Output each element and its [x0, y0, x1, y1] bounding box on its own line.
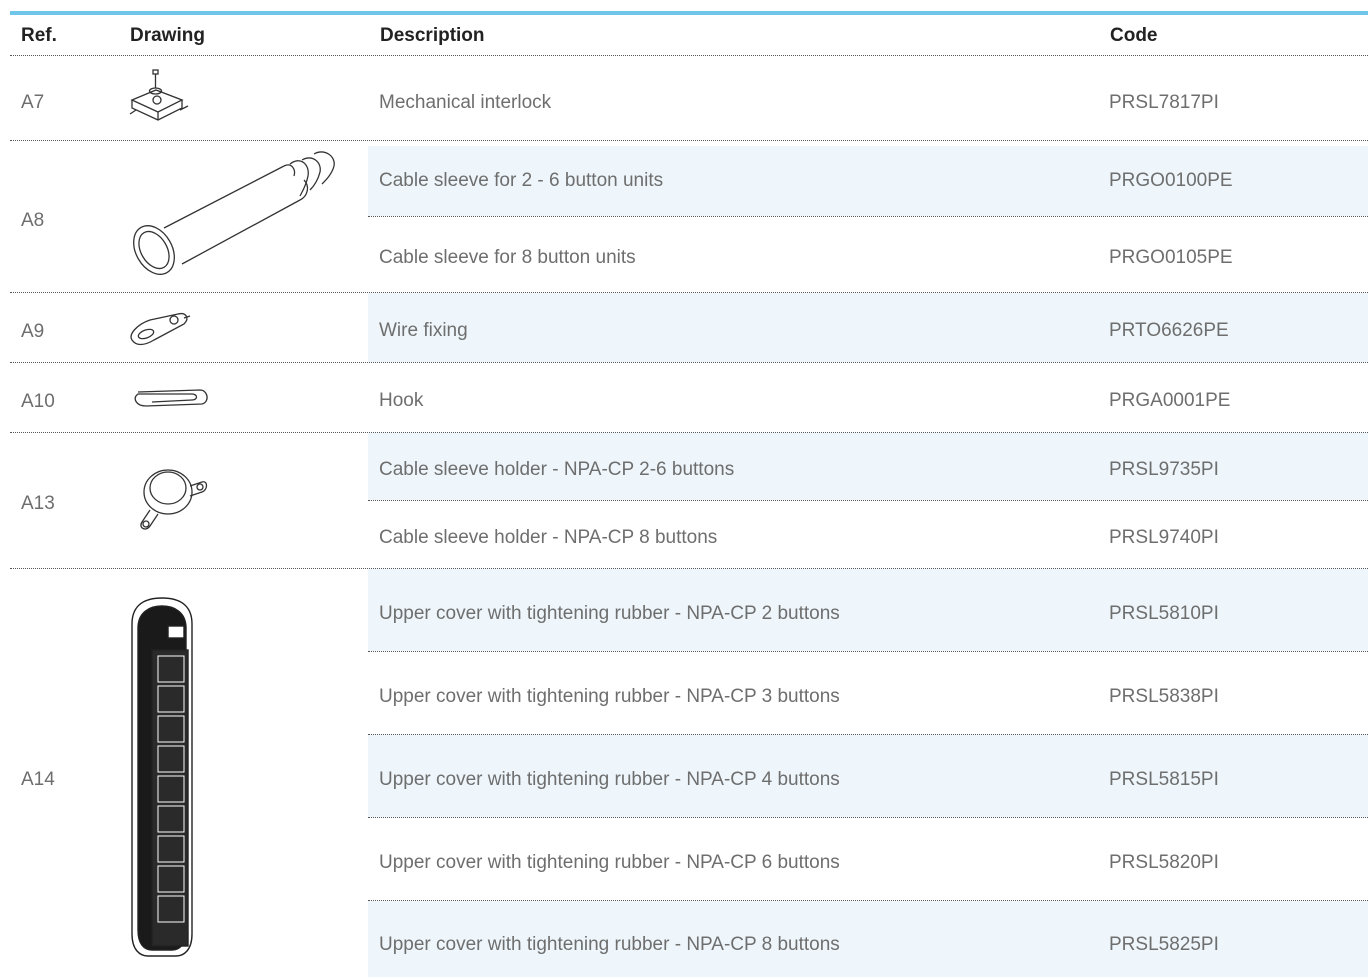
hook-drawing	[128, 386, 212, 410]
ref-cell: A7	[21, 92, 45, 113]
description-cell: Cable sleeve for 8 button units	[379, 247, 636, 268]
code-cell: PRSL5810PI	[1109, 603, 1219, 624]
table-row: Hook PRGA0001PE	[368, 363, 1368, 432]
table-row: Cable sleeve holder - NPA-CP 2-6 buttons…	[368, 433, 1368, 500]
upper-cover-drawing	[126, 594, 198, 960]
cable-sleeve-drawing	[124, 146, 340, 286]
description-cell: Cable sleeve for 2 - 6 button units	[379, 170, 664, 191]
ref-cell: A13	[21, 493, 55, 514]
table-header: Ref. Drawing Description Code	[10, 15, 1368, 56]
table-row: Cable sleeve for 2 - 6 button units PRGO…	[368, 146, 1368, 216]
code-cell: PRSL5838PI	[1109, 686, 1219, 707]
ref-cell: A14	[21, 769, 55, 790]
description-cell: Upper cover with tightening rubber - NPA…	[379, 686, 840, 707]
table-row: Upper cover with tightening rubber - NPA…	[368, 569, 1368, 651]
ref-cell: A9	[21, 321, 45, 342]
code-cell: PRSL9740PI	[1109, 527, 1219, 548]
header-ref: Ref.	[21, 25, 57, 46]
ref-cell: A10	[21, 391, 55, 412]
table-row: Upper cover with tightening rubber - NPA…	[368, 652, 1368, 734]
ref-cell: A8	[21, 210, 45, 231]
table-row: Cable sleeve for 8 button units PRGO0105…	[368, 217, 1368, 292]
code-cell: PRSL5820PI	[1109, 852, 1219, 873]
header-description: Description	[380, 25, 485, 46]
table-row: Cable sleeve holder - NPA-CP 8 buttons P…	[368, 501, 1368, 568]
row-divider	[10, 140, 1368, 141]
code-cell: PRGO0105PE	[1109, 247, 1233, 268]
table-row: Upper cover with tightening rubber - NPA…	[368, 735, 1368, 817]
description-cell: Upper cover with tightening rubber - NPA…	[379, 769, 840, 790]
description-cell: Mechanical interlock	[379, 92, 552, 113]
table-row: Mechanical interlock PRSL7817PI	[368, 66, 1368, 140]
description-cell: Upper cover with tightening rubber - NPA…	[379, 934, 840, 955]
code-cell: PRGO0100PE	[1109, 170, 1233, 191]
code-cell: PRSL5825PI	[1109, 934, 1219, 955]
mechanical-interlock-drawing	[126, 66, 196, 130]
table-row: Wire fixing PRTO6626PE	[368, 293, 1368, 362]
code-cell: PRTO6626PE	[1109, 320, 1229, 341]
description-cell: Hook	[379, 390, 424, 411]
wire-fixing-drawing	[128, 308, 194, 348]
code-cell: PRGA0001PE	[1109, 390, 1231, 411]
description-cell: Wire fixing	[379, 320, 468, 341]
description-cell: Cable sleeve holder - NPA-CP 2-6 buttons	[379, 459, 735, 480]
header-code: Code	[1110, 25, 1158, 46]
table-row: Upper cover with tightening rubber - NPA…	[368, 901, 1368, 977]
cable-sleeve-holder-drawing	[128, 458, 208, 534]
code-cell: PRSL9735PI	[1109, 459, 1219, 480]
code-cell: PRSL7817PI	[1109, 92, 1219, 113]
description-cell: Upper cover with tightening rubber - NPA…	[379, 852, 840, 873]
table-row: Upper cover with tightening rubber - NPA…	[368, 818, 1368, 900]
description-cell: Upper cover with tightening rubber - NPA…	[379, 603, 840, 624]
code-cell: PRSL5815PI	[1109, 769, 1219, 790]
header-drawing: Drawing	[130, 25, 205, 46]
description-cell: Cable sleeve holder - NPA-CP 8 buttons	[379, 527, 718, 548]
